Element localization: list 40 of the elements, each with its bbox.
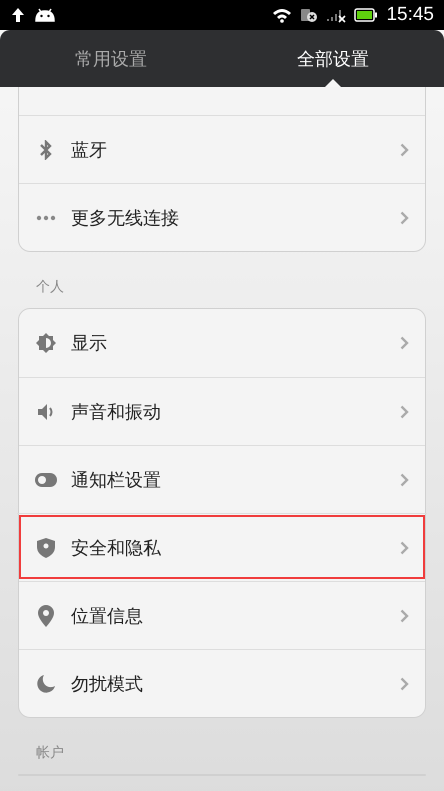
section-title: 帐户 xyxy=(35,744,65,763)
brightness-icon xyxy=(35,333,57,353)
chevron-right-icon xyxy=(400,472,409,486)
settings-row[interactable]: 显示 xyxy=(19,309,425,377)
settings-row[interactable]: 安全和隐私 xyxy=(17,513,427,581)
battery-icon xyxy=(354,8,378,22)
settings-row[interactable]: 声音和振动 xyxy=(19,377,425,445)
chevron-right-icon xyxy=(400,210,409,224)
settings-label: 通知栏设置 xyxy=(71,468,162,492)
location-pin-icon xyxy=(35,604,57,626)
tab[interactable]: 常用设置 xyxy=(0,30,222,87)
settings-row[interactable]: 蓝牙 xyxy=(19,115,425,183)
chevron-right-icon xyxy=(400,540,409,554)
toggle-icon xyxy=(35,472,57,486)
settings-label: 勿扰模式 xyxy=(71,672,144,696)
wifi-icon xyxy=(272,7,292,23)
settings-row[interactable]: 勿扰模式 xyxy=(19,649,425,717)
chevron-right-icon xyxy=(400,608,409,622)
signal-icon xyxy=(326,7,346,23)
settings-row[interactable]: 更多无线连接 xyxy=(19,183,425,251)
chevron-right-icon xyxy=(400,336,409,350)
chevron-right-icon xyxy=(400,142,409,156)
upload-icon xyxy=(10,7,26,23)
chevron-right-icon xyxy=(400,404,409,418)
more-icon xyxy=(35,214,57,220)
settings-row[interactable]: 位置信息 xyxy=(19,581,425,649)
settings-label: 位置信息 xyxy=(71,604,144,628)
sim-card-icon xyxy=(300,7,318,23)
settings-label: 更多无线连接 xyxy=(71,206,180,230)
settings-label: 安全和隐私 xyxy=(71,536,162,560)
clock-time: 15:45 xyxy=(386,4,434,26)
moon-icon xyxy=(35,674,57,694)
settings-label: 蓝牙 xyxy=(71,138,108,162)
shield-icon xyxy=(35,538,57,558)
chevron-right-icon xyxy=(400,676,409,690)
section-title: 个人 xyxy=(35,278,65,297)
robot-icon xyxy=(34,8,56,22)
settings-row[interactable]: 通知栏设置 xyxy=(19,445,425,513)
settings-label: 声音和振动 xyxy=(71,400,162,424)
settings-label: 显示 xyxy=(71,332,108,355)
